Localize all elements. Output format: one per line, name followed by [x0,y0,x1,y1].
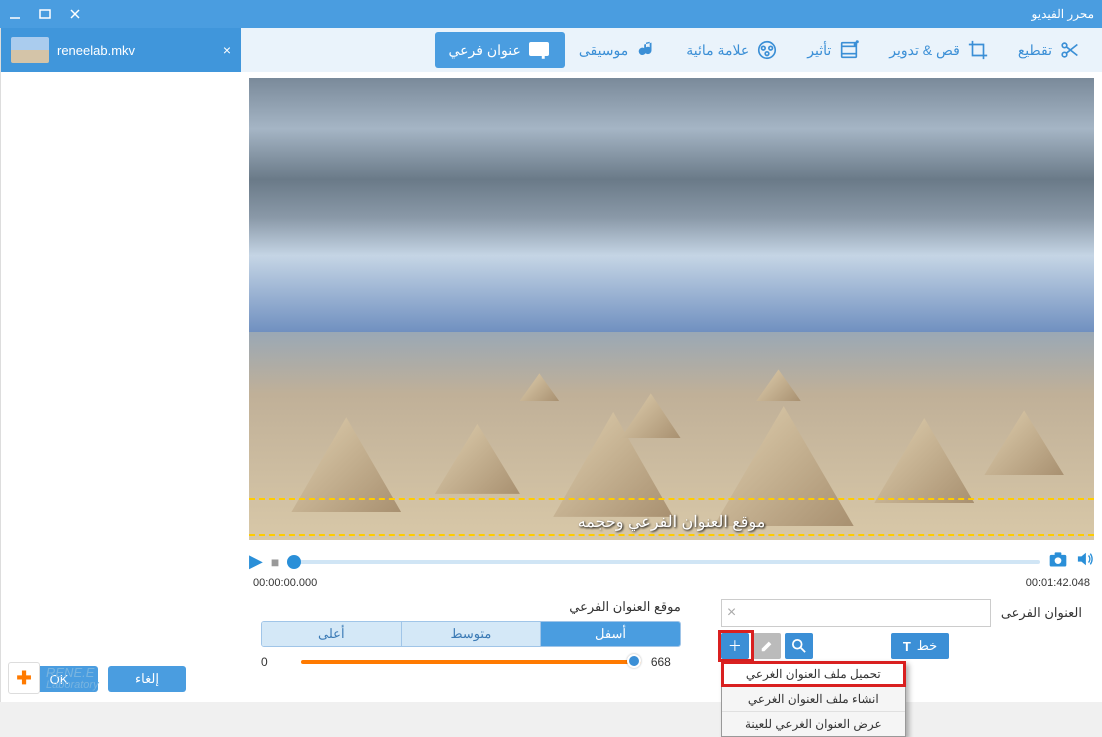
tab-watermark[interactable]: علامة مائية [672,32,793,68]
tab-music[interactable]: موسيقى [565,32,672,68]
subtitle-input-label: العنوان الفرعى [1001,605,1082,621]
file-thumbnail [11,37,49,63]
position-tabs: أسفل متوسط أعلى [261,621,681,647]
playhead[interactable] [287,555,301,569]
tab-cut-label: تقطيع [1018,42,1052,59]
menu-create-subtitle[interactable]: انشاء ملف العنوان الغرعي [722,687,905,712]
main-toolbar: تقطيع قص & تدوير تأثير علامة مائية موسيق… [241,28,1102,72]
subtitle-top-guide[interactable] [249,498,1094,500]
subtitle-preview-text: موقع العنوان الفرعي وحجمه [249,512,1094,532]
font-button[interactable]: T خط [891,633,949,659]
maximize-button[interactable] [38,7,52,21]
logo-icon: ✚ [8,662,40,694]
volume-button[interactable] [1076,551,1094,572]
logo: ✚ RENE.E Laboratory [8,662,99,694]
tab-crop[interactable]: قص & تدوير [875,32,1004,68]
minimize-button[interactable] [8,7,22,21]
snapshot-button[interactable] [1048,550,1068,573]
tab-subtitle[interactable]: SUBT عنوان فرعي [435,32,565,68]
player-controls: ▶ ■ [241,546,1102,577]
timeline-slider[interactable] [287,560,1040,564]
tab-subtitle-label: عنوان فرعي [449,42,521,59]
file-sidebar: reneelab.mkv × ✚ RENE.E Laboratory [0,28,241,702]
file-tab[interactable]: reneelab.mkv × [1,28,241,72]
logo-subtitle: Laboratory [46,679,99,691]
close-button[interactable] [68,7,82,21]
play-button[interactable]: ▶ [249,551,263,572]
add-subtitle-button[interactable]: ＋ [721,633,749,659]
tab-music-label: موسيقى [579,42,628,59]
window-title: محرر الفيديو [1032,7,1094,21]
watermark-icon [755,38,779,62]
tab-effect[interactable]: تأثير [793,32,875,68]
position-bottom[interactable]: أسفل [540,622,680,646]
time-current: 00:00:00.000 [253,577,317,589]
crop-icon [966,38,990,62]
clear-input-icon[interactable]: × [727,604,736,622]
slider-max: 668 [651,655,681,669]
logo-name: RENE.E [46,666,99,679]
subtitle-icon: SUBT [527,38,551,62]
position-top[interactable]: أعلى [262,622,401,646]
cancel-button[interactable]: إلغاء [108,666,186,692]
search-subtitle-button[interactable] [785,633,813,659]
stop-button[interactable]: ■ [271,554,279,570]
close-file-icon[interactable]: × [223,42,231,58]
slider-min: 0 [261,655,291,669]
tab-watermark-label: علامة مائية [686,42,749,59]
position-middle[interactable]: متوسط [401,622,541,646]
slider-handle[interactable] [627,654,641,668]
position-label: موقع العنوان الفرعي [261,599,681,615]
tab-effect-label: تأثير [807,42,831,59]
tab-crop-label: قص & تدوير [889,42,960,59]
file-name: reneelab.mkv [57,43,135,58]
time-total: 00:01:42.048 [1026,577,1090,589]
svg-text:T: T [540,50,546,60]
video-preview: موقع العنوان الفرعي وحجمه [249,78,1094,540]
music-icon [634,38,658,62]
effect-icon [837,38,861,62]
subtitle-file-input[interactable] [721,599,991,627]
scissors-icon [1058,38,1082,62]
titlebar: محرر الفيديو [0,0,1102,28]
subtitle-bottom-guide[interactable] [249,534,1094,536]
edit-subtitle-button[interactable] [753,633,781,659]
position-slider[interactable] [301,660,641,664]
menu-preview-subtitle[interactable]: عرض العنوان الغرعي للعينة [722,712,905,736]
subtitle-dropdown-menu: تحميل ملف العنوان الغرعي انشاء ملف العنو… [721,661,906,737]
menu-load-subtitle[interactable]: تحميل ملف العنوان الغرعي [722,662,905,687]
tab-cut[interactable]: تقطيع [1004,32,1096,68]
